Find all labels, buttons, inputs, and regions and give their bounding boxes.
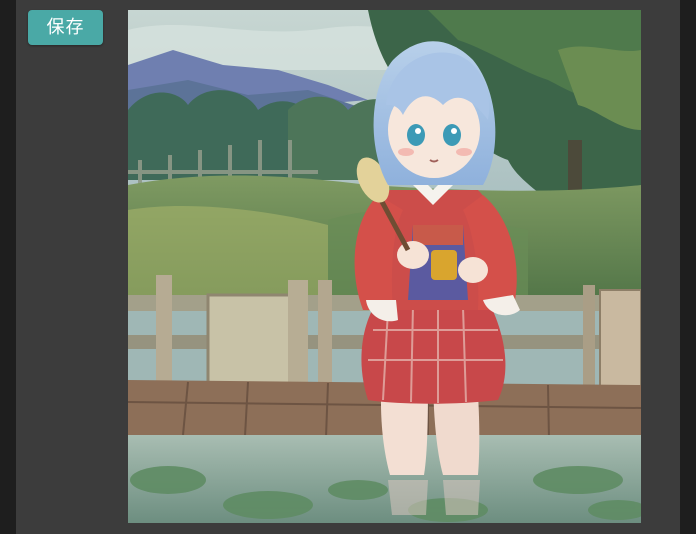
generated-image	[128, 10, 641, 523]
cup	[431, 250, 457, 280]
save-button[interactable]: 保存	[28, 10, 103, 45]
wooden-box	[599, 289, 641, 391]
sign-board	[206, 280, 308, 392]
artwork-image	[128, 10, 641, 523]
app-window: 保存	[0, 0, 696, 534]
